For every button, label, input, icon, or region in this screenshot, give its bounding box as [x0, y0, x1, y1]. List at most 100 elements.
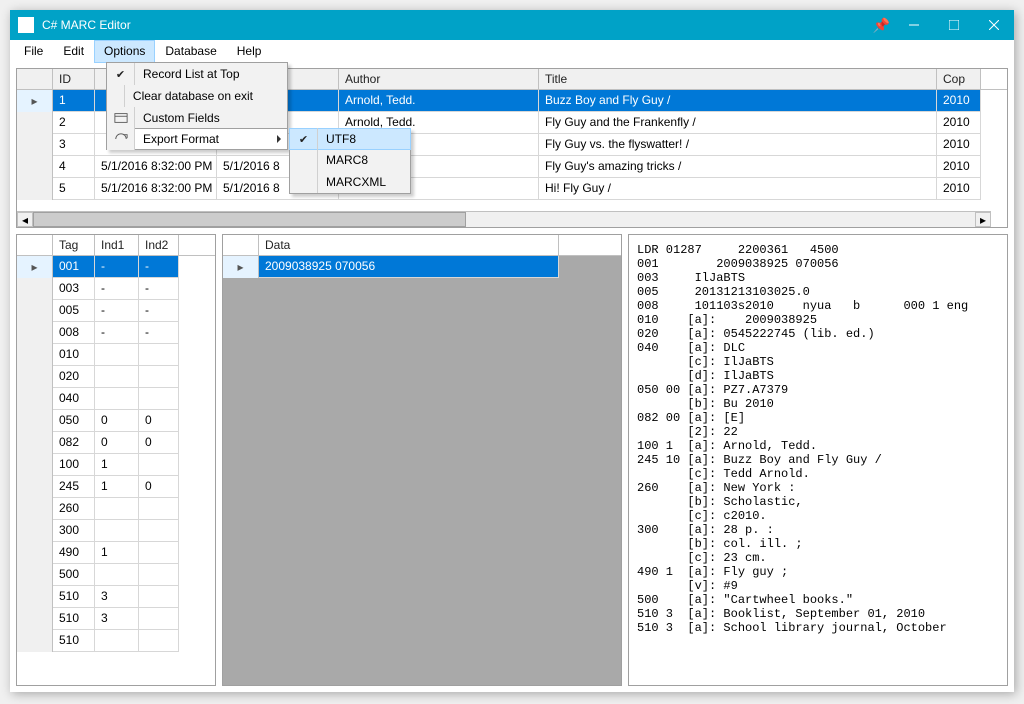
tag-row[interactable]: ▸001-- — [17, 256, 215, 278]
tag-row[interactable]: 5103 — [17, 608, 215, 630]
tags-col-ind2[interactable]: Ind2 — [139, 235, 179, 255]
cell-year[interactable]: 2010 — [937, 112, 981, 134]
data-row[interactable]: ▸ 2009038925 070056 — [223, 256, 621, 278]
scroll-left-icon[interactable]: ◂ — [17, 212, 33, 227]
cell-ind1[interactable]: - — [95, 300, 139, 322]
cell-ind1[interactable]: 0 — [95, 432, 139, 454]
menu-options[interactable]: Options — [94, 40, 155, 63]
cell-tag[interactable]: 510 — [53, 630, 95, 652]
cell-ind2[interactable]: - — [139, 278, 179, 300]
cell-tag[interactable]: 245 — [53, 476, 95, 498]
cell-ind1[interactable]: - — [95, 278, 139, 300]
data-col-data[interactable]: Data — [259, 235, 559, 255]
cell-ind1[interactable]: 1 — [95, 542, 139, 564]
cell-tag[interactable]: 260 — [53, 498, 95, 520]
cell-tag[interactable]: 005 — [53, 300, 95, 322]
cell-ind2[interactable]: - — [139, 256, 179, 278]
menu-custom-fields[interactable]: Custom Fields — [107, 107, 287, 129]
tag-row[interactable]: 24510 — [17, 476, 215, 498]
cell-year[interactable]: 2010 — [937, 134, 981, 156]
submenu-marcxml[interactable]: MARCXML — [290, 171, 410, 193]
cell-tag[interactable]: 100 — [53, 454, 95, 476]
titlebar[interactable]: C# MARC Editor 📌 — [10, 10, 1014, 40]
cell-ind1[interactable]: 3 — [95, 608, 139, 630]
tag-row[interactable]: 510 — [17, 630, 215, 652]
cell-ind2[interactable] — [139, 608, 179, 630]
cell-id[interactable]: 5 — [53, 178, 95, 200]
menu-record-list-at-top[interactable]: ✔ Record List at Top — [107, 63, 287, 85]
tags-grid[interactable]: Tag Ind1 Ind2 ▸001--003--005--008--01002… — [16, 234, 216, 686]
cell-tag[interactable]: 010 — [53, 344, 95, 366]
cell-tag[interactable]: 050 — [53, 410, 95, 432]
cell-author[interactable]: Arnold, Tedd. — [339, 90, 539, 112]
cell-ind1[interactable] — [95, 520, 139, 542]
cell-ind1[interactable]: 1 — [95, 454, 139, 476]
marc-text[interactable]: LDR 01287 2200361 4500 001 2009038925 07… — [629, 235, 1007, 685]
cell-ind2[interactable] — [139, 366, 179, 388]
cell-id[interactable]: 2 — [53, 112, 95, 134]
tag-row[interactable]: 020 — [17, 366, 215, 388]
records-col-author[interactable]: Author — [339, 69, 539, 89]
cell-title[interactable]: Fly Guy vs. the flyswatter! / — [539, 134, 937, 156]
cell-tag[interactable]: 300 — [53, 520, 95, 542]
cell-ind2[interactable] — [139, 542, 179, 564]
records-row[interactable]: 45/1/2016 8:32:00 PM5/1/2016 8Fly Guy's … — [17, 156, 1007, 178]
cell-title[interactable]: Fly Guy's amazing tricks / — [539, 156, 937, 178]
cell-title[interactable]: Hi! Fly Guy / — [539, 178, 937, 200]
cell-ind2[interactable] — [139, 586, 179, 608]
tag-row[interactable]: 500 — [17, 564, 215, 586]
minimize-button[interactable] — [894, 10, 934, 40]
cell-id[interactable]: 3 — [53, 134, 95, 156]
scroll-thumb[interactable] — [33, 212, 466, 227]
cell-id[interactable]: 1 — [53, 90, 95, 112]
cell-tag[interactable]: 510 — [53, 586, 95, 608]
cell-ind2[interactable] — [139, 564, 179, 586]
tag-row[interactable]: 040 — [17, 388, 215, 410]
cell-tag[interactable]: 082 — [53, 432, 95, 454]
cell-ind2[interactable] — [139, 498, 179, 520]
cell-tag[interactable]: 510 — [53, 608, 95, 630]
cell-tag[interactable]: 040 — [53, 388, 95, 410]
cell-ind2[interactable] — [139, 454, 179, 476]
tag-row[interactable]: 05000 — [17, 410, 215, 432]
cell-ind1[interactable]: - — [95, 256, 139, 278]
cell-date1[interactable]: 5/1/2016 8:32:00 PM — [95, 156, 217, 178]
menu-database[interactable]: Database — [155, 40, 226, 62]
cell-ind2[interactable]: 0 — [139, 432, 179, 454]
cell-ind2[interactable] — [139, 630, 179, 652]
cell-ind1[interactable] — [95, 366, 139, 388]
cell-ind1[interactable]: - — [95, 322, 139, 344]
cell-ind2[interactable]: - — [139, 322, 179, 344]
cell-ind1[interactable] — [95, 630, 139, 652]
records-col-title[interactable]: Title — [539, 69, 937, 89]
cell-ind2[interactable]: 0 — [139, 476, 179, 498]
cell-id[interactable]: 4 — [53, 156, 95, 178]
tag-row[interactable]: 003-- — [17, 278, 215, 300]
cell-ind1[interactable]: 0 — [95, 410, 139, 432]
menu-file[interactable]: File — [14, 40, 53, 62]
cell-ind1[interactable] — [95, 498, 139, 520]
menu-export-format[interactable]: Export Format — [106, 128, 288, 150]
cell-ind2[interactable]: 0 — [139, 410, 179, 432]
records-col-cop[interactable]: Cop — [937, 69, 981, 89]
tag-row[interactable]: 08200 — [17, 432, 215, 454]
records-row[interactable]: 55/1/2016 8:32:00 PM5/1/2016 8Hi! Fly Gu… — [17, 178, 1007, 200]
tag-row[interactable]: 010 — [17, 344, 215, 366]
cell-year[interactable]: 2010 — [937, 178, 981, 200]
cell-tag[interactable]: 003 — [53, 278, 95, 300]
maximize-button[interactable] — [934, 10, 974, 40]
records-col-rowheader[interactable] — [17, 69, 53, 89]
data-cell[interactable]: 2009038925 070056 — [259, 256, 559, 278]
cell-ind1[interactable]: 3 — [95, 586, 139, 608]
tag-row[interactable]: 4901 — [17, 542, 215, 564]
cell-ind2[interactable] — [139, 520, 179, 542]
cell-tag[interactable]: 490 — [53, 542, 95, 564]
data-col-rowheader[interactable] — [223, 235, 259, 255]
records-h-scrollbar[interactable]: ◂ ▸ — [17, 211, 991, 227]
cell-ind1[interactable] — [95, 564, 139, 586]
tag-row[interactable]: 260 — [17, 498, 215, 520]
tags-col-rowheader[interactable] — [17, 235, 53, 255]
data-grid[interactable]: Data ▸ 2009038925 070056 — [222, 234, 622, 686]
tag-row[interactable]: 005-- — [17, 300, 215, 322]
menu-clear-db-on-exit[interactable]: Clear database on exit — [107, 85, 287, 107]
